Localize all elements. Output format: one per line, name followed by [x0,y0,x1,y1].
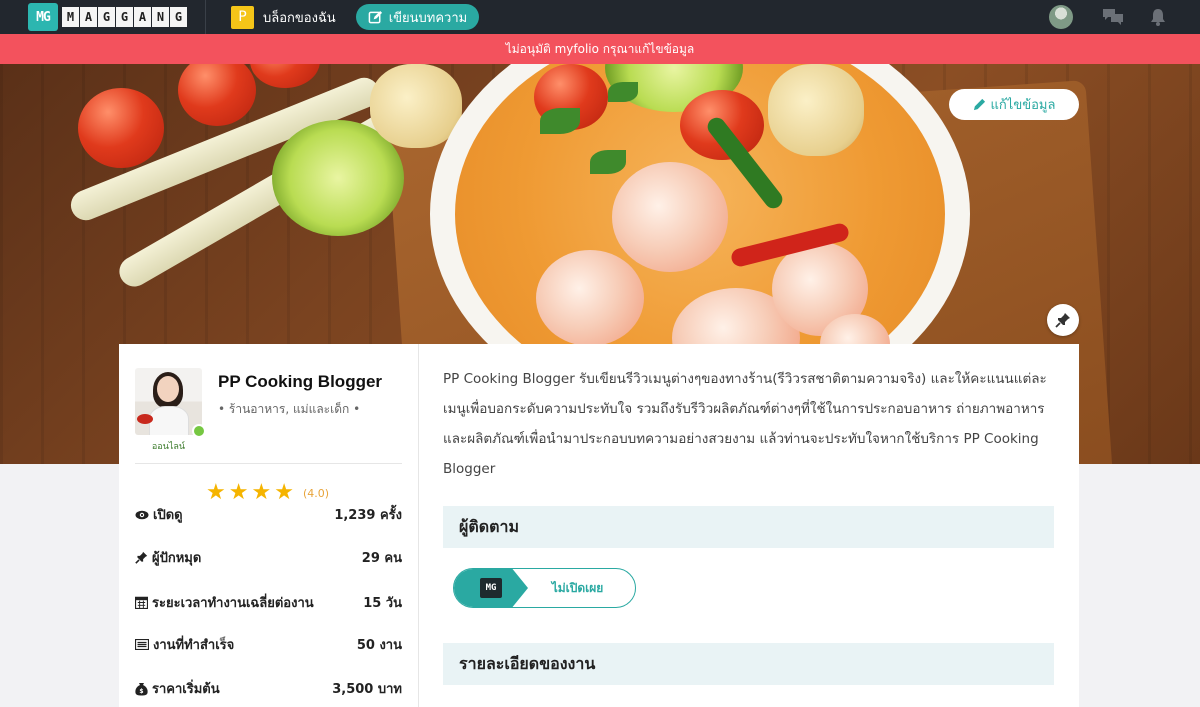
money-bag-icon: $ [135,682,148,695]
shrimp [536,250,644,346]
profile-info: PP Cooking Blogger • ร้านอาหาร, แม่และเด… [218,368,382,453]
edit-profile-label: แก้ไขข้อมูล [990,98,1056,113]
online-status-dot [192,424,206,438]
profile-sidebar: ออนไลน์ PP Cooking Blogger • ร้านอาหาร, … [119,344,419,707]
stat-row-starting-price: $ ราคาเริ่มต้น 3,500 บาท [135,678,402,699]
stat-value: 15 วัน [363,596,402,611]
logo-wordmark: M A G G A N G [62,7,188,27]
logo-letter: N [152,7,169,27]
tomato [178,64,256,126]
user-avatar[interactable] [1049,5,1073,29]
mg-badge-icon: MG [480,578,502,598]
logo-letter: G [116,7,133,27]
coriander-leaf [590,150,626,174]
tomato [78,88,164,168]
stat-row-avg-duration: ระยะเวลาทำงานเฉลี่ยต่องาน 15 วัน [135,592,402,613]
nav-right [1049,0,1200,34]
edit-profile-button[interactable]: แก้ไขข้อมูล [949,89,1079,120]
star-icon: ★ [206,480,226,505]
stat-label: ระยะเวลาทำงานเฉลี่ยต่องาน [135,592,314,613]
svg-text:$: $ [139,688,143,695]
star-icon: ★ [251,480,272,505]
stat-label: $ ราคาเริ่มต้น [135,678,220,699]
work-details-title: รายละเอียดของงาน [459,653,596,673]
divider [135,463,402,464]
stat-label: ผู้ปักหมุด [135,547,201,568]
profile-categories: • ร้านอาหาร, แม่และเด็ก • [218,402,361,416]
follower-visibility-pill[interactable]: MG ไม่เปิดเผย [453,568,636,608]
stat-label-text: ระยะเวลาทำงานเฉลี่ยต่องาน [152,596,314,611]
logo-letter: M [62,7,79,27]
work-details-section-header: รายละเอียดของงาน [443,643,1054,685]
pencil-icon [973,98,985,111]
messages-icon[interactable] [1102,8,1124,26]
star-icon: ★ [228,480,249,505]
nav-divider [205,0,206,34]
stat-label: งานที่ทำสำเร็จ [135,634,234,655]
galangal-slice [768,64,864,156]
followers-section-header: ผู้ติดตาม [443,506,1054,548]
stat-label: เปิดดู [135,504,183,525]
stat-row-pinned: ผู้ปักหมุด 29 คน [135,547,402,568]
profile-header: ออนไลน์ PP Cooking Blogger • ร้านอาหาร, … [135,344,402,453]
stat-value: 3,500 บาท [332,682,402,697]
logo-letter: G [170,7,187,27]
avatar-pan [137,414,153,424]
profile-description: PP Cooking Blogger รับเขียนรีวิวเมนูต่าง… [443,371,1047,477]
stat-label-text: ผู้ปักหมุด [152,551,202,566]
logo-letter: A [134,7,151,27]
logo-letter: A [80,7,97,27]
profile-name: PP Cooking Blogger [218,372,383,391]
rating-stars: ★ ★ ★ ★ (4.0) [206,482,329,504]
alert-message: ไม่อนุมัติ myfolio กรุณาแก้ไขข้อมูล [505,41,695,56]
blog-avatar: P [231,5,254,29]
write-article-label: เขียนบทความ [388,10,468,26]
stat-row-views: เปิดดู 1,239 ครั้ง [135,504,402,525]
bell-icon[interactable] [1150,8,1166,26]
avatar-wrap: ออนไลน์ [135,368,206,453]
pin-icon [135,551,148,564]
my-blog-label: บล็อกของฉัน [263,10,336,26]
follower-visibility-label: ไม่เปิดเผย [551,580,604,595]
avatar-body [149,406,189,435]
coriander-leaf [608,82,638,102]
eye-icon [135,510,149,519]
thumbtack-icon [1055,313,1070,328]
top-navbar: MG M A G G A N G P บล็อกของฉัน เขียนบทคว… [0,0,1200,34]
approval-alert-banner: ไม่อนุมัติ myfolio กรุณาแก้ไขข้อมูล [0,34,1200,64]
followers-title: ผู้ติดตาม [459,516,520,536]
stat-label-text: ราคาเริ่มต้น [152,682,220,697]
stat-value: 29 คน [361,551,402,566]
stat-label-text: งานที่ทำสำเร็จ [153,638,235,653]
coriander-leaf [540,108,580,134]
edit-square-icon [368,10,382,23]
shrimp [612,162,728,272]
blogger-avatar [135,368,202,435]
avatar-face [157,376,179,402]
maggang-logo[interactable]: MG M A G G A N G [28,0,188,34]
profile-content: PP Cooking Blogger รับเขียนรีวิวเมนูต่าง… [419,344,1079,707]
my-blog-link[interactable]: P บล็อกของฉัน [231,5,336,29]
write-article-button[interactable]: เขียนบทความ [355,4,480,30]
follower-badge: MG [454,569,528,607]
list-icon [135,639,149,650]
stat-value: 1,239 ครั้ง [334,508,402,523]
rating-value: (4.0) [302,486,330,500]
tomato [250,64,320,88]
logo-mark: MG [28,3,58,31]
star-icon: ★ [274,480,294,505]
profile-card: ออนไลน์ PP Cooking Blogger • ร้านอาหาร, … [119,344,1079,707]
pin-button[interactable] [1047,304,1079,336]
online-status-label: ออนไลน์ [151,442,186,452]
stat-label-text: เปิดดู [153,508,183,523]
stat-row-completed: งานที่ทำสำเร็จ 50 งาน [135,634,402,655]
logo-letter: G [98,7,115,27]
calendar-icon [135,596,148,609]
stat-value: 50 งาน [356,638,402,653]
